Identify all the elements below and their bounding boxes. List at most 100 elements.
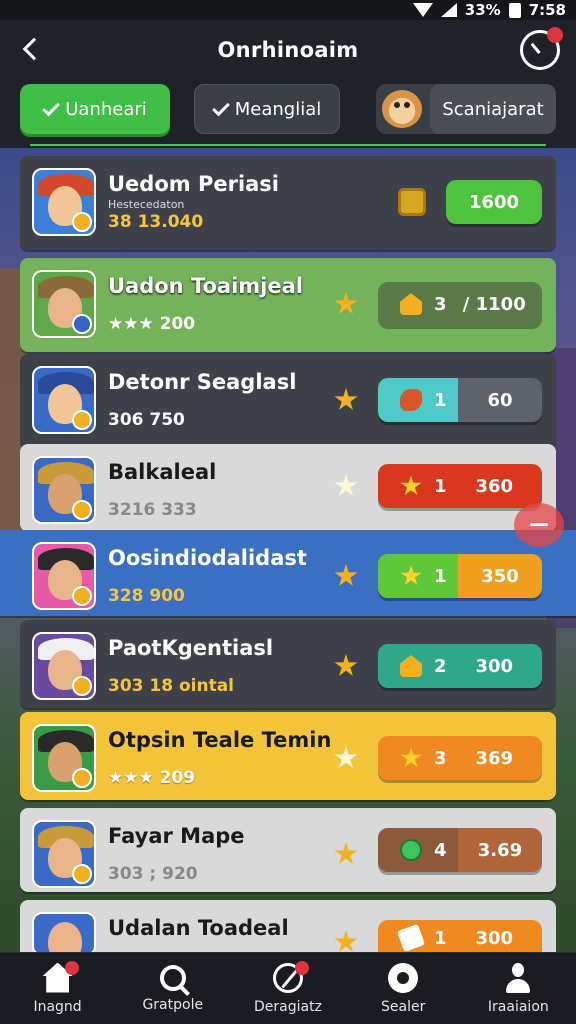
star-icon — [400, 475, 422, 496]
back-button[interactable] — [14, 32, 48, 66]
player-name-text: Detonr Seaglasl — [108, 370, 297, 394]
player-name: Uadon Toaimjeal — [108, 274, 303, 298]
coin-icon — [398, 188, 426, 216]
battery-icon — [508, 2, 521, 18]
list-item[interactable]: Balkaleal 3216 333 1 360 — [20, 444, 556, 532]
list-item[interactable]: Detonr Seaglasl 306 750 1 60 — [20, 354, 556, 448]
star-icon — [334, 746, 358, 768]
battery-percent: 33% — [464, 1, 501, 19]
reward-left: 3 — [378, 282, 447, 326]
badge-icon — [72, 864, 92, 884]
player-name: Oosindiodalidast — [108, 546, 307, 570]
filter-tab-3-label: Scaniajarat — [430, 84, 556, 134]
reward-button[interactable]: 1 360 — [378, 464, 542, 508]
player-score: 303 18 ointal — [108, 676, 235, 696]
badge-icon — [72, 410, 92, 430]
player-name: Balkaleal — [108, 460, 217, 484]
reward-left: 1 — [378, 464, 447, 508]
star-icon — [334, 654, 358, 676]
notification-dot — [65, 960, 80, 975]
avatar — [32, 168, 96, 236]
player-name: Udalan Toadeal — [108, 916, 289, 940]
reward-count: 4 — [434, 839, 447, 861]
reward-value: 3.69 — [477, 839, 523, 861]
clock: 7:58 — [528, 1, 566, 19]
filter-tab-1-label: Uanheari — [65, 98, 147, 120]
reward-button[interactable]: 1 350 — [378, 554, 542, 598]
filter-tab-3[interactable]: Scaniajarat — [376, 84, 556, 134]
filter-tab-2[interactable]: Meanglial — [194, 84, 340, 134]
nav-item-home[interactable]: Inagnd — [0, 953, 115, 1024]
list-item-selected[interactable]: Oosindiodalidast 328 900 1 350 — [0, 530, 576, 616]
reward-value: / 1100 — [462, 293, 526, 315]
page-title: Onrhinoaim — [217, 38, 359, 62]
avatar — [32, 456, 96, 524]
chest-icon — [400, 655, 422, 677]
player-score: 306 750 — [108, 410, 185, 430]
reward-left: 2 — [378, 644, 447, 688]
app-header: Onrhinoaim — [0, 20, 576, 80]
star-icon — [334, 292, 358, 314]
mascot-icon — [382, 90, 422, 128]
check-icon — [42, 98, 61, 116]
reward-count: 3 — [434, 747, 447, 769]
reward-button[interactable]: 1600 — [446, 180, 542, 224]
meat-icon — [400, 389, 422, 411]
list-item[interactable]: Fayar Mape 303 ; 920 4 3.69 — [20, 808, 556, 892]
nav-item-settings[interactable]: Sealer — [346, 953, 461, 1024]
player-tag: Hestecedaton — [108, 198, 185, 211]
list-item[interactable]: Uadon Toaimjeal ★★★ 200 3 / 1100 — [20, 258, 556, 352]
player-name: PaotKgentiasl — [108, 636, 274, 660]
star-icon — [334, 564, 358, 586]
timer-button[interactable] — [520, 27, 563, 70]
reward-left: 1 — [378, 920, 447, 956]
list-item[interactable]: PaotKgentiasl 303 18 ointal 2 300 — [20, 620, 556, 708]
reward-button[interactable]: 3 369 — [378, 736, 542, 780]
player-score: ★★★ 200 — [108, 314, 196, 334]
bottom-navigation: Inagnd Gratpole Deragiatz Sealer Iraaiai… — [0, 952, 576, 1024]
signal-icon — [440, 3, 457, 17]
reward-value: 300 — [475, 927, 514, 949]
list-item[interactable]: Otpsin Teale Temin ★★★ 209 3 369 — [20, 712, 556, 800]
nav-item-compass[interactable]: Deragiatz — [230, 953, 345, 1024]
filter-tab-1[interactable]: Uanheari — [20, 84, 170, 134]
reward-left: 3 — [378, 736, 447, 780]
nav-item-search[interactable]: Gratpole — [115, 953, 230, 1024]
reward-button[interactable]: 1 300 — [378, 920, 542, 956]
search-icon — [159, 964, 186, 991]
reward-button[interactable]: 2 300 — [378, 644, 542, 688]
reward-value: 350 — [481, 565, 519, 587]
nav-label: Inagnd — [33, 998, 82, 1015]
check-icon — [211, 98, 230, 116]
player-score: 328 900 — [108, 586, 185, 606]
star-icon — [334, 842, 358, 864]
star-icon — [334, 930, 358, 952]
user-icon — [503, 962, 533, 993]
avatar — [32, 820, 96, 888]
reward-button[interactable]: 3 / 1100 — [378, 282, 542, 326]
reward-count: 1 — [434, 389, 447, 411]
player-name: Fayar Mape — [108, 824, 245, 848]
avatar — [32, 724, 96, 792]
nav-label: Sealer — [380, 998, 426, 1015]
reward-button[interactable]: 4 3.69 — [378, 828, 542, 872]
reward-button[interactable]: 1 60 — [378, 378, 542, 422]
badge-icon — [72, 314, 92, 334]
list-item[interactable]: Udalan Toadeal 1 300 — [20, 900, 556, 956]
reward-left: 1 — [378, 554, 458, 598]
star-icon — [400, 747, 422, 768]
avatar — [32, 366, 96, 434]
filter-underline — [30, 144, 546, 146]
reward-value: 1600 — [468, 191, 520, 213]
filter-tab-2-label: Meanglial — [234, 98, 322, 120]
reward-value: 369 — [475, 747, 514, 769]
floating-action-button[interactable] — [514, 503, 564, 547]
notification-dot — [547, 27, 563, 43]
list-item[interactable]: Uedom Periasi Hestecedaton 38 13.040 160… — [20, 156, 556, 250]
player-name: Detonr Seaglasl — [108, 370, 296, 394]
badge-icon — [72, 586, 92, 606]
reward-value: 300 — [475, 655, 514, 677]
badge-icon — [72, 676, 92, 696]
avatar — [32, 270, 96, 338]
nav-item-profile[interactable]: Iraaiaion — [461, 953, 576, 1024]
